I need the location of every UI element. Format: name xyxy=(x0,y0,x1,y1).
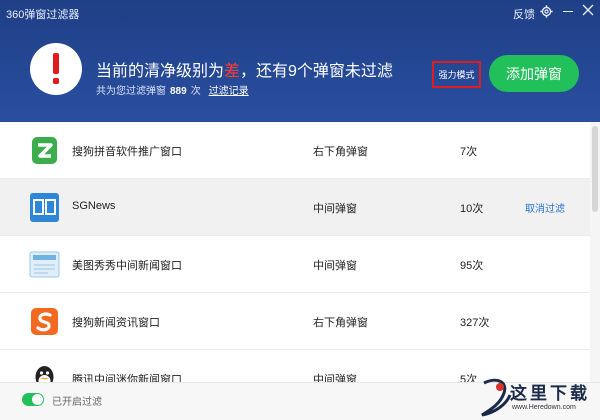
add-popup-button[interactable]: 添加弹窗 xyxy=(489,55,579,92)
popup-name: SGNews xyxy=(72,200,116,212)
strong-mode-button[interactable]: 强力模式 xyxy=(432,61,481,88)
popup-type: 右下角弹窗 xyxy=(313,317,368,329)
watermark-text: 这里下载 xyxy=(510,384,590,404)
popup-name: 搜狗拼音软件推广窗口 xyxy=(72,146,182,158)
meitu-news-icon xyxy=(29,251,60,278)
header-panel: 360弹窗过滤器 反馈 当前的清净级别为差，还有9个弹窗未过滤 共为您过滤弹窗 8… xyxy=(0,0,600,122)
watermark-url: www.Heredown.com xyxy=(512,404,576,411)
popup-list: 搜狗拼音软件推广窗口 右下角弹窗 7次 SGNews 中间弹窗 10次 取消过滤… xyxy=(0,122,590,382)
minimize-button[interactable] xyxy=(563,11,573,12)
scrollbar-thumb[interactable] xyxy=(592,126,598,212)
popup-name: 搜狗新闻资讯窗口 xyxy=(72,317,160,329)
clean-level-headline: 当前的清净级别为差，还有9个弹窗未过滤 xyxy=(96,63,393,80)
sogou-news-icon xyxy=(31,308,58,335)
popup-name: 美图秀秀中间新闻窗口 xyxy=(72,260,182,272)
popup-type: 右下角弹窗 xyxy=(313,146,368,158)
cancel-filter-link[interactable]: 取消过滤 xyxy=(525,200,565,215)
popup-times: 5次 xyxy=(460,374,478,382)
list-scrollbar[interactable] xyxy=(590,122,600,382)
feedback-link[interactable]: 反馈 xyxy=(513,6,535,22)
exclamation-icon xyxy=(53,53,59,84)
list-item[interactable]: 搜狗拼音软件推广窗口 右下角弹窗 7次 xyxy=(0,122,590,179)
clean-level-value: 差 xyxy=(224,63,241,80)
filter-history-link[interactable]: 过滤记录 xyxy=(209,86,249,97)
popup-times: 95次 xyxy=(460,260,484,272)
popup-name: 腾讯中间迷你新闻窗口 xyxy=(72,374,182,382)
filter-summary: 共为您过滤弹窗 889 次过滤记录 xyxy=(96,86,249,97)
list-item[interactable]: 搜狗新闻资讯窗口 右下角弹窗 327次 xyxy=(0,293,590,350)
filter-toggle-label: 已开启过滤 xyxy=(52,397,102,408)
sgnews-icon xyxy=(30,193,59,222)
app-title: 360弹窗过滤器 xyxy=(6,9,80,21)
filter-toggle[interactable] xyxy=(22,393,44,406)
popup-times: 327次 xyxy=(460,317,490,329)
popup-type: 中间弹窗 xyxy=(313,374,357,382)
popup-times: 10次 xyxy=(460,203,484,215)
popup-type: 中间弹窗 xyxy=(313,203,357,215)
gear-icon[interactable] xyxy=(540,5,553,18)
filter-count: 889 xyxy=(170,86,187,97)
list-item[interactable]: SGNews 中间弹窗 10次 取消过滤 xyxy=(0,179,590,236)
list-item[interactable]: 美图秀秀中间新闻窗口 中间弹窗 95次 xyxy=(0,236,590,293)
sogou-pinyin-icon xyxy=(32,137,57,164)
tencent-qq-icon xyxy=(35,366,54,382)
close-icon[interactable] xyxy=(582,4,594,16)
popup-type: 中间弹窗 xyxy=(313,260,357,272)
warning-badge xyxy=(30,43,82,95)
toggle-knob xyxy=(32,394,43,405)
popup-times: 7次 xyxy=(460,146,478,158)
